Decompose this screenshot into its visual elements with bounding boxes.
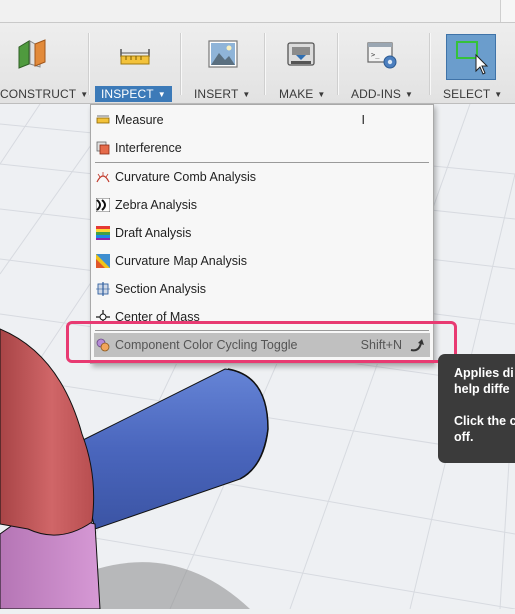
menu-item-label: Draft Analysis — [115, 226, 192, 240]
toolbar-group-make[interactable]: MAKE ▼ — [266, 23, 336, 103]
make-3d-print-icon — [287, 42, 315, 66]
construct-plane-icon — [18, 39, 46, 69]
chevron-down-icon: ▼ — [405, 90, 414, 99]
tooltip-line-3: Click the c — [454, 414, 515, 428]
select-label-text: SELECT — [443, 87, 491, 101]
menu-item-section-analysis[interactable]: Section Analysis — [91, 276, 433, 302]
add-ins-script-icon: >_ — [367, 42, 397, 69]
toolbar-label-add-ins: ADD-INS ▼ — [351, 86, 413, 102]
toolbar-label-inspect: INSPECT ▼ — [95, 86, 172, 102]
select-window-icon — [446, 34, 496, 80]
chevron-down-icon: ▼ — [317, 90, 326, 99]
tooltip-line-2: help diffe — [454, 382, 510, 396]
menu-item-measure[interactable]: Measure I — [91, 107, 433, 133]
command-tooltip: Applies di help diffe Click the c off. — [438, 354, 515, 463]
inspect-label-text: INSPECT — [101, 87, 154, 101]
insert-label-text: INSERT — [194, 87, 239, 101]
menu-separator — [95, 162, 429, 163]
measure-ruler-icon — [120, 49, 150, 65]
make-label-text: MAKE — [279, 87, 314, 101]
toolbar-group-select[interactable]: SELECT ▼ — [431, 23, 515, 103]
toolbar-label-insert: INSERT ▼ — [194, 86, 250, 102]
menu-item-shortcut: I — [361, 113, 365, 127]
menu-item-label: Curvature Map Analysis — [115, 254, 248, 268]
zebra-icon — [96, 198, 110, 212]
menu-item-label: Measure — [115, 113, 164, 127]
menu-item-label: Interference — [115, 141, 182, 155]
curvature-map-icon — [96, 254, 110, 268]
menu-item-label: Section Analysis — [115, 282, 207, 296]
toolbar-group-inspect[interactable]: INSPECT ▼ — [90, 23, 180, 103]
interference-icon — [96, 141, 110, 155]
menu-item-curvature-comb-analysis[interactable]: Curvature Comb Analysis — [91, 164, 433, 190]
menu-item-label: Zebra Analysis — [115, 198, 197, 212]
menu-item-label: Curvature Comb Analysis — [115, 170, 257, 184]
menu-item-interference[interactable]: Interference — [91, 135, 433, 161]
toolbar-group-construct[interactable]: CONSTRUCT ▼ — [0, 23, 88, 103]
draft-analysis-icon — [96, 226, 110, 240]
tooltip-line-1: Applies di — [454, 366, 514, 380]
chevron-down-icon: ▼ — [157, 90, 166, 99]
toolbar-group-add-ins[interactable]: >_ ADD-INS ▼ — [339, 23, 429, 103]
tooltip-spacer — [454, 397, 515, 413]
window-top-strip — [0, 0, 515, 23]
add-ins-label-text: ADD-INS — [351, 87, 402, 101]
measure-icon — [96, 115, 110, 124]
insert-image-icon — [208, 40, 238, 68]
toolbar-label-make: MAKE ▼ — [279, 86, 325, 102]
toolbar-group-insert[interactable]: INSERT ▼ — [182, 23, 264, 103]
window-tab-edge — [500, 0, 515, 22]
blue-cylinder[interactable] — [74, 368, 269, 530]
chevron-down-icon: ▼ — [242, 90, 251, 99]
toolbar-label-select: SELECT ▼ — [443, 86, 502, 102]
menu-item-curvature-map-analysis[interactable]: Curvature Map Analysis — [91, 248, 433, 274]
section-analysis-icon — [96, 282, 110, 296]
construct-label-text: CONSTRUCT — [0, 87, 77, 101]
highlight-annotation — [66, 321, 457, 363]
curvature-comb-icon — [96, 172, 110, 183]
svg-text:>_: >_ — [371, 51, 380, 59]
toolbar-label-construct: CONSTRUCT ▼ — [0, 86, 88, 102]
tooltip-text: Applies di help diffe Click the c off. — [454, 365, 515, 445]
ribbon-toolbar: CONSTRUCT ▼ INSPECT ▼ INSERT ▼ MAKE ▼ >_… — [0, 23, 515, 104]
tooltip-line-4: off. — [454, 430, 474, 444]
menu-item-draft-analysis[interactable]: Draft Analysis — [91, 220, 433, 246]
menu-item-zebra-analysis[interactable]: Zebra Analysis — [91, 192, 433, 218]
chevron-down-icon: ▼ — [494, 90, 503, 99]
